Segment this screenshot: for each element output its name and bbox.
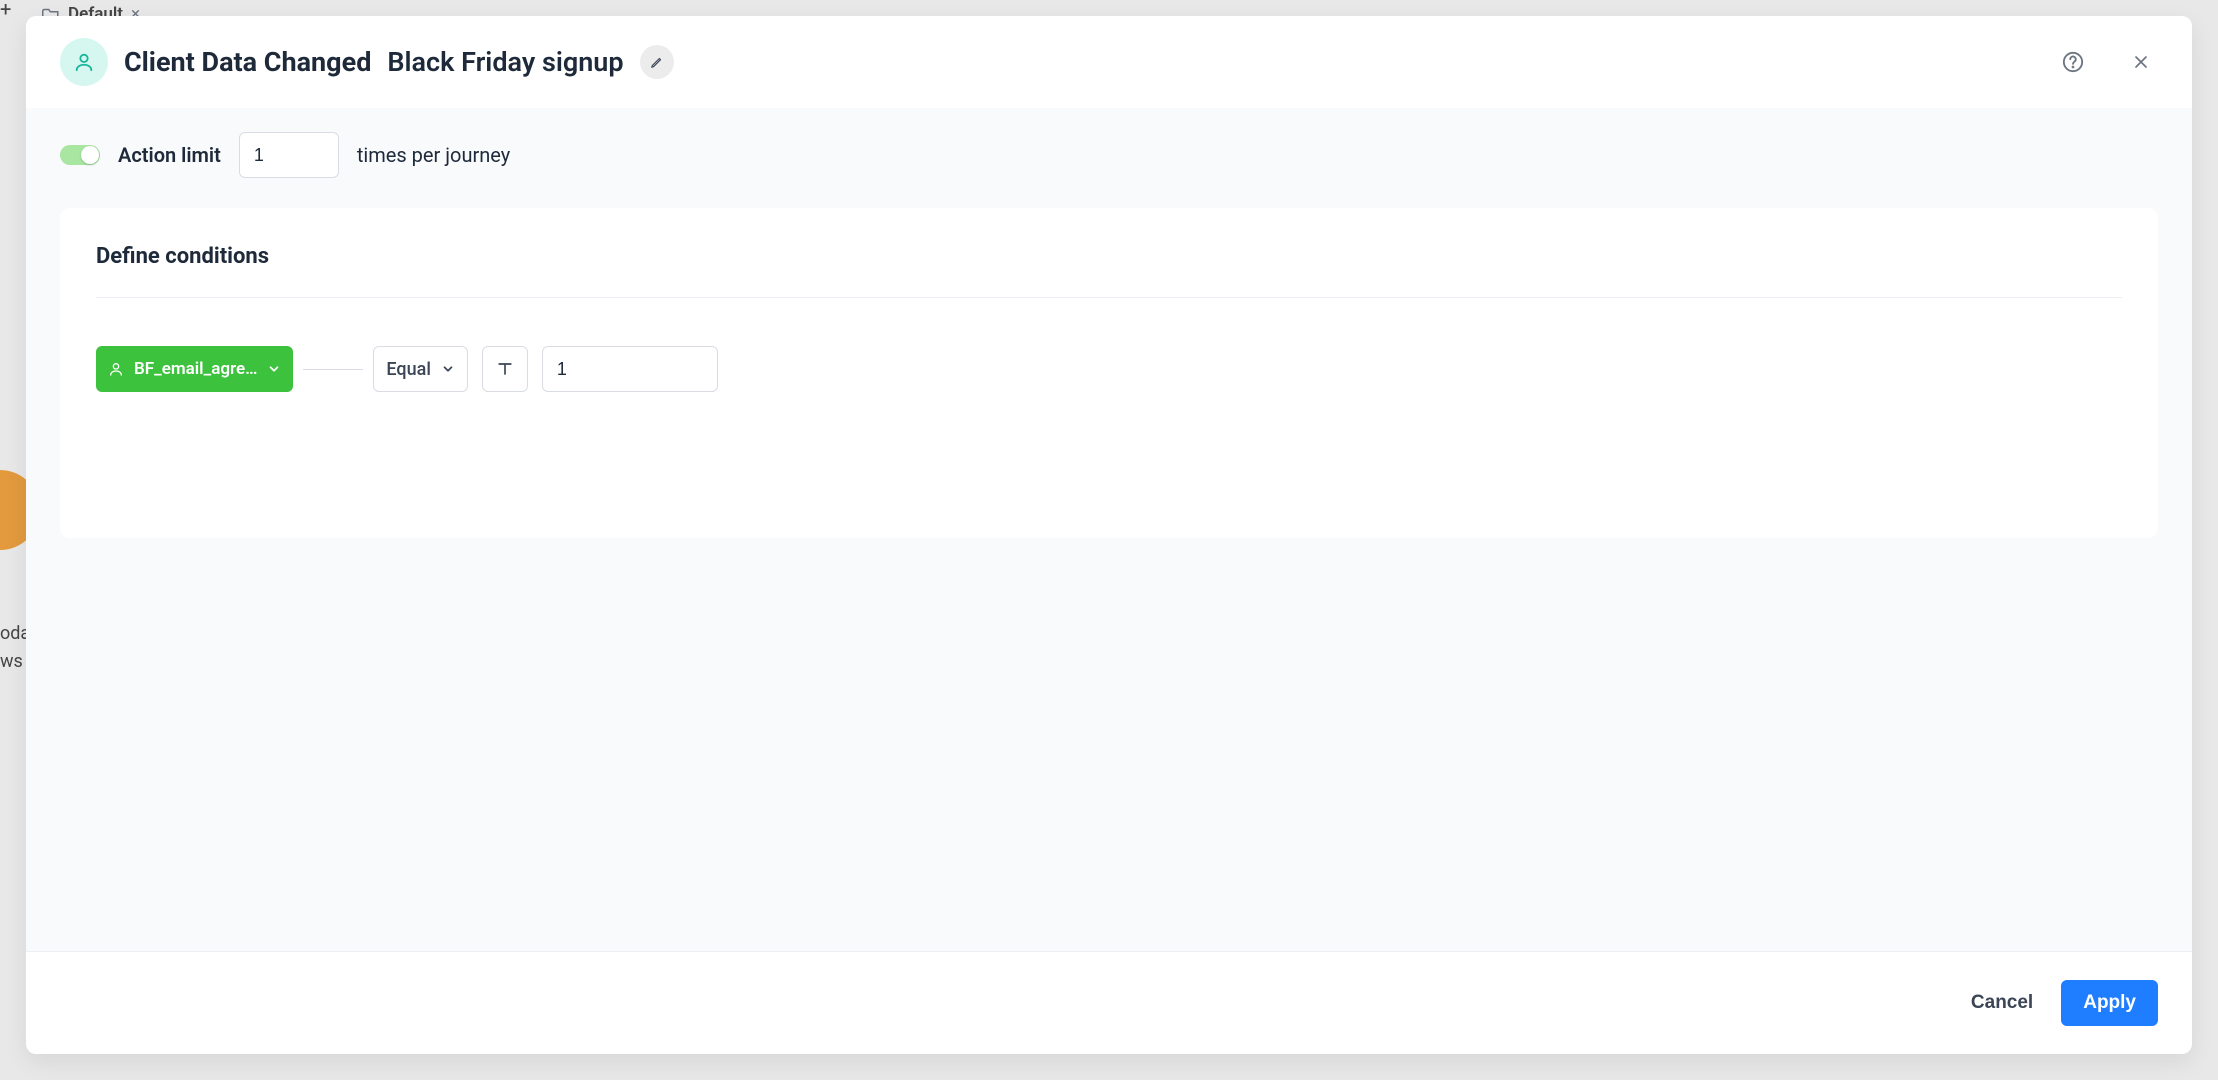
person-icon (108, 361, 124, 377)
action-limit-suffix: times per journey (357, 143, 510, 167)
help-button[interactable] (2056, 45, 2090, 79)
chevron-down-icon (441, 362, 455, 376)
help-icon (2062, 51, 2084, 73)
condition-operator-select[interactable]: Equal (373, 346, 468, 392)
condition-connector (303, 369, 363, 370)
condition-field-label: BF_email_agre… (134, 359, 257, 379)
conditions-panel: Define conditions BF_email_agre… Equal (60, 208, 2158, 538)
chevron-down-icon (267, 362, 281, 376)
text-type-icon (495, 359, 515, 379)
condition-field-select[interactable]: BF_email_agre… (96, 346, 293, 392)
condition-operator-label: Equal (386, 359, 431, 380)
conditions-divider (96, 297, 2122, 298)
action-limit-label: Action limit (118, 143, 221, 167)
modal-title: Client Data Changed (124, 46, 371, 78)
action-limit-input[interactable] (239, 132, 339, 178)
modal-subtitle: Black Friday signup (387, 46, 623, 78)
apply-button[interactable]: Apply (2061, 980, 2158, 1026)
action-limit-toggle[interactable] (60, 145, 100, 165)
modal: Client Data Changed Black Friday signup … (26, 16, 2192, 1054)
bg-add-icon: + (0, 0, 11, 18)
close-button[interactable] (2124, 45, 2158, 79)
conditions-heading: Define conditions (96, 244, 2122, 269)
modal-footer: Cancel Apply (26, 951, 2192, 1054)
condition-type-button[interactable] (482, 346, 528, 392)
close-icon (2131, 52, 2151, 72)
condition-row: BF_email_agre… Equal (96, 346, 2122, 392)
action-limit-row: Action limit times per journey (60, 132, 2158, 178)
pencil-icon (650, 55, 664, 69)
modal-body: Action limit times per journey Define co… (26, 108, 2192, 951)
condition-value-input[interactable] (542, 346, 718, 392)
person-icon (73, 51, 95, 73)
modal-header: Client Data Changed Black Friday signup (26, 16, 2192, 108)
edit-title-button[interactable] (640, 45, 674, 79)
client-data-icon (60, 38, 108, 86)
cancel-button[interactable]: Cancel (1971, 992, 2033, 1014)
